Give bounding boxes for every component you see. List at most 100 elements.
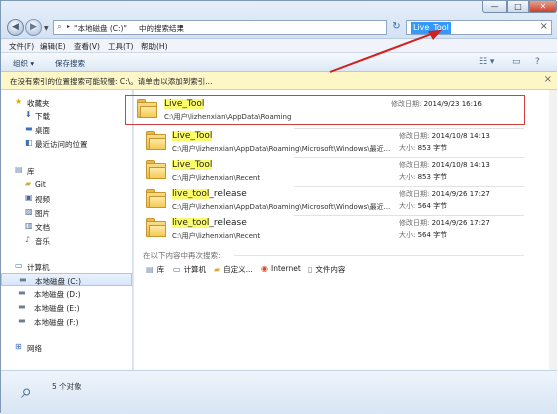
search-input-value: Live_Tool (411, 22, 451, 34)
result-name: Live_Tool (172, 160, 213, 170)
command-bar: 组织 ▾ 保存搜索 ☷ ▾ ▭ ? (1, 53, 557, 72)
nav-drive-d[interactable]: ▬ 本地磁盘 (D:) (1, 287, 132, 300)
nav-downloads[interactable]: ⬇ 下载 (1, 109, 132, 122)
chrome-icon: ◉ (261, 264, 268, 273)
back-button[interactable]: ◀ (7, 19, 24, 36)
recent-places-icon: ◧ (25, 138, 33, 147)
breadcrumb-search-results[interactable]: 中的搜索结果 (139, 23, 184, 34)
result-name-rest: _release (209, 218, 247, 228)
drive-icon: ▬ (18, 316, 26, 325)
date-value: 2014/9/26 17:27 (431, 190, 490, 198)
navigation-pane: ★ 收藏夹 ⬇ 下载 ▬ 桌面 ◧ 最近访问的位置 ▤ 库 ▰ Git ▣ 视频… (1, 90, 133, 370)
file-contents-icon: ▯ (308, 265, 313, 274)
index-info-text: 在没有索引的位置搜索可能较慢: C:\。请单击以添加到索引... (10, 77, 213, 86)
libraries-icon: ▤ (146, 265, 154, 274)
maximize-button[interactable]: □ (507, 1, 529, 13)
nav-drive-c[interactable]: ▬ 本地磁盘 (C:) (1, 273, 132, 286)
size-value: 564 字节 (417, 231, 448, 239)
breadcrumb-drive[interactable]: "本地磁盘 (C:)" (74, 23, 127, 34)
date-label: 修改日期: (391, 100, 422, 108)
size-value: 853 字节 (417, 173, 448, 181)
nav-favorites[interactable]: ★ 收藏夹 (1, 96, 132, 109)
minimize-button[interactable]: — (482, 1, 507, 13)
index-info-bar[interactable]: 在没有索引的位置搜索可能较慢: C:\。请单击以添加到索引... × (1, 72, 557, 90)
close-infobar-icon[interactable]: × (544, 74, 552, 85)
nav-drive-f[interactable]: ▬ 本地磁盘 (F:) (1, 315, 132, 328)
nav-recent-places[interactable]: ◧ 最近访问的位置 (1, 137, 132, 150)
folder-icon (137, 99, 157, 119)
nav-drive-e[interactable]: ▬ 本地磁盘 (E:) (1, 301, 132, 314)
close-button[interactable]: ✕ (529, 1, 557, 13)
date-value: 2014/10/8 14:13 (431, 161, 490, 169)
nav-network[interactable]: ⊞ 网络 (1, 341, 132, 354)
refresh-icon[interactable]: ↻ (389, 20, 404, 35)
help-icon[interactable]: ? (535, 57, 540, 67)
result-name-rest: _release (209, 189, 247, 199)
search-again-label: 在以下内容中再次搜索: (143, 251, 221, 260)
address-row: — □ ✕ ◀ ▶ ▼ ⌕ ▸ "本地磁盘 (C:)" 中的搜索结果 ▸ ▼ ↻… (1, 1, 557, 39)
desktop-icon: ▬ (25, 124, 33, 133)
organize-button[interactable]: 组织 ▾ (13, 58, 34, 69)
nav-desktop[interactable]: ▬ 桌面 (1, 123, 132, 136)
drive-icon: ▬ (19, 275, 27, 284)
menu-tools[interactable]: 工具(T) (108, 41, 133, 52)
search-input[interactable]: Live_Tool × (406, 20, 552, 35)
result-row[interactable]: live_tool_release C:\用户\lizhenxian\AppDa… (141, 186, 523, 214)
nav-library-videos[interactable]: ▣ 视频 (1, 192, 132, 205)
result-row[interactable]: live_tool_release C:\用户\lizhenxian\Recen… (141, 215, 523, 243)
menu-bar: 文件(F) 编辑(E) 查看(V) 工具(T) 帮助(H) (1, 39, 557, 53)
nav-computer[interactable]: ▭ 计算机 (1, 260, 132, 273)
search-again-file-contents[interactable]: ▯ 文件内容 (308, 264, 345, 275)
nav-library-music[interactable]: ♪ 音乐 (1, 234, 132, 247)
menu-file[interactable]: 文件(F) (9, 41, 34, 52)
search-again-computer[interactable]: ▭ 计算机 (173, 264, 206, 275)
result-row[interactable]: Live_Tool C:\用户\lizhenxian\AppData\Roami… (141, 128, 523, 156)
folder-icon: ▰ (214, 265, 221, 274)
forward-button[interactable]: ▶ (25, 19, 42, 36)
menu-edit[interactable]: 编辑(E) (40, 41, 66, 52)
search-again-divider (234, 255, 524, 256)
result-row[interactable]: Live_Tool C:\用户\lizhenxian\Recent 修改日期: … (141, 157, 523, 185)
search-again-custom[interactable]: ▰ 自定义... (214, 264, 253, 275)
vertical-scrollbar[interactable] (549, 90, 557, 370)
preview-pane-icon[interactable]: ▭ (512, 57, 521, 67)
menu-view[interactable]: 查看(V) (74, 41, 100, 52)
size-label: 大小: (399, 144, 416, 152)
nav-library-pictures[interactable]: ▨ 图片 (1, 206, 132, 219)
change-view-icon[interactable]: ☷ ▾ (479, 57, 494, 67)
size-label: 大小: (399, 173, 416, 181)
date-label: 修改日期: (399, 132, 430, 140)
star-icon: ★ (15, 97, 23, 106)
address-bar[interactable]: ⌕ ▸ "本地磁盘 (C:)" 中的搜索结果 ▸ ▼ (53, 20, 435, 35)
size-value: 853 字节 (417, 144, 448, 152)
libraries-icon: ▤ (15, 165, 23, 174)
date-label: 修改日期: (399, 190, 430, 198)
size-label: 大小: (399, 202, 416, 210)
result-name: Live_Tool (164, 99, 205, 109)
pictures-icon: ▨ (25, 207, 33, 216)
size-value: 564 字节 (417, 202, 448, 210)
menu-help[interactable]: 帮助(H) (141, 41, 168, 52)
result-row[interactable]: Live_Tool C:\用户\lizhenxian\AppData\Roami… (125, 95, 525, 125)
save-search-button[interactable]: 保存搜索 (55, 58, 85, 69)
computer-icon: ▭ (173, 265, 181, 274)
search-again-internet[interactable]: ◉ Internet (261, 264, 301, 273)
breadcrumb-separator-icon[interactable]: ▸ (67, 23, 70, 30)
music-icon: ♪ (25, 235, 31, 244)
nav-library-git[interactable]: ▰ Git (1, 178, 132, 191)
computer-icon: ▭ (15, 261, 23, 270)
downloads-icon: ⬇ (25, 110, 32, 119)
folder-shortcut-icon (146, 218, 166, 238)
clear-search-icon[interactable]: × (540, 21, 548, 32)
video-icon: ▣ (25, 193, 33, 202)
recent-pages-dropdown-icon[interactable]: ▼ (44, 25, 49, 32)
result-name: Live_Tool (172, 131, 213, 141)
folder-shortcut-icon (146, 160, 166, 180)
breadcrumb-separator-icon[interactable]: ▸ (180, 23, 183, 30)
folder-icon: ▰ (25, 179, 32, 188)
nav-library-documents[interactable]: ▥ 文档 (1, 220, 132, 233)
result-path: C:\用户\lizhenxian\AppData\Roaming (164, 113, 292, 121)
search-again-libraries[interactable]: ▤ 库 (146, 264, 164, 275)
result-path: C:\用户\lizhenxian\AppData\Roaming\Microso… (172, 203, 391, 211)
nav-libraries[interactable]: ▤ 库 (1, 164, 132, 177)
